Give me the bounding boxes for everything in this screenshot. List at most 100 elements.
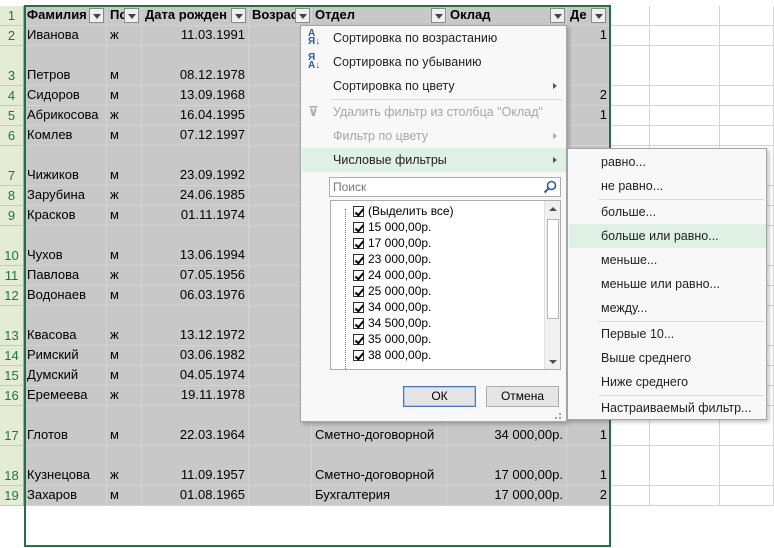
row-header[interactable]: 9 (0, 206, 24, 226)
table-cell[interactable]: 04.05.1974 (142, 366, 249, 386)
filter-dropdown-button[interactable] (89, 8, 104, 23)
list-item[interactable]: 24 000,00р. (353, 267, 431, 283)
table-cell[interactable] (650, 486, 720, 506)
row-header[interactable]: 3 (0, 46, 24, 86)
table-cell[interactable]: 01.08.1965 (142, 486, 249, 506)
table-cell[interactable] (650, 446, 720, 486)
checkbox[interactable] (353, 206, 364, 217)
table-cell[interactable]: Бухгалтерия (312, 486, 447, 506)
sort-ascending-item[interactable]: А Я↓ Сортировка по возрастанию (302, 26, 566, 50)
table-cell[interactable]: Зарубина (24, 186, 107, 206)
list-scrollbar[interactable] (544, 201, 560, 369)
row-header[interactable]: 17 (0, 406, 24, 446)
table-cell[interactable]: Еремеева (24, 386, 107, 406)
row-header[interactable]: 16 (0, 386, 24, 406)
row-header[interactable]: 19 (0, 486, 24, 506)
table-cell[interactable]: 17 000,00р. (447, 486, 567, 506)
table-cell[interactable]: ж (107, 266, 142, 286)
scroll-up-icon[interactable] (549, 207, 557, 211)
greater-equal-item[interactable]: больше или равно... (569, 224, 766, 248)
column-header[interactable]: Отдел (312, 6, 447, 26)
clear-filter-item[interactable]: ⊽ Удалить фильтр из столбца "Оклад" (302, 100, 566, 124)
table-cell[interactable] (650, 86, 720, 106)
table-cell[interactable] (611, 26, 650, 46)
table-cell[interactable]: м (107, 346, 142, 366)
row-header[interactable]: 13 (0, 306, 24, 346)
list-item[interactable]: 17 000,00р. (353, 235, 431, 251)
checkbox[interactable] (353, 222, 364, 233)
table-cell[interactable]: Думский (24, 366, 107, 386)
greater-item[interactable]: больше... (569, 200, 766, 224)
table-cell[interactable]: Кузнецова (24, 446, 107, 486)
table-cell[interactable]: м (107, 86, 142, 106)
resize-grip-icon[interactable] (552, 410, 562, 420)
table-cell[interactable]: м (107, 486, 142, 506)
equals-item[interactable]: равно... (569, 150, 766, 174)
checkbox[interactable] (353, 270, 364, 281)
row-header[interactable]: 2 (0, 26, 24, 46)
table-cell[interactable]: Квасова (24, 306, 107, 346)
not-equals-item[interactable]: не равно... (569, 174, 766, 198)
table-cell[interactable]: 13.06.1994 (142, 226, 249, 266)
row-header[interactable]: 8 (0, 186, 24, 206)
table-cell[interactable]: 03.06.1982 (142, 346, 249, 366)
table-cell[interactable] (650, 6, 720, 26)
checkbox[interactable] (353, 254, 364, 265)
below-average-item[interactable]: Ниже среднего (569, 370, 766, 394)
table-cell[interactable] (720, 26, 774, 46)
filter-dropdown-button[interactable] (591, 8, 606, 23)
checkbox[interactable] (353, 286, 364, 297)
table-cell[interactable]: м (107, 46, 142, 86)
table-cell[interactable] (567, 46, 611, 86)
less-item[interactable]: меньше... (569, 248, 766, 272)
list-item[interactable]: 34 500,00р. (353, 315, 431, 331)
filter-by-color-item[interactable]: Фильтр по цвету (302, 124, 566, 148)
table-cell[interactable]: Петров (24, 46, 107, 86)
table-cell[interactable] (650, 106, 720, 126)
table-cell[interactable] (611, 46, 650, 86)
checkbox[interactable] (353, 334, 364, 345)
table-cell[interactable] (720, 6, 774, 26)
table-cell[interactable]: 1 (567, 106, 611, 126)
table-cell[interactable] (720, 486, 774, 506)
table-cell[interactable]: Римский (24, 346, 107, 366)
table-cell[interactable]: 07.05.1956 (142, 266, 249, 286)
list-item[interactable]: 34 000,00р. (353, 299, 431, 315)
table-cell[interactable] (611, 6, 650, 26)
table-cell[interactable]: 1 (567, 446, 611, 486)
table-cell[interactable]: м (107, 146, 142, 186)
table-cell[interactable]: м (107, 286, 142, 306)
table-cell[interactable]: 23.09.1992 (142, 146, 249, 186)
table-cell[interactable]: Абрикосова (24, 106, 107, 126)
table-cell[interactable] (611, 446, 650, 486)
table-cell[interactable]: Водонаев (24, 286, 107, 306)
table-cell[interactable]: Захаров (24, 486, 107, 506)
table-cell[interactable]: 1 (567, 26, 611, 46)
list-item[interactable]: 23 000,00р. (353, 251, 431, 267)
table-cell[interactable] (650, 126, 720, 146)
list-item[interactable]: 38 000,00р. (353, 347, 431, 363)
table-cell[interactable] (720, 126, 774, 146)
top10-item[interactable]: Первые 10... (569, 322, 766, 346)
table-cell[interactable]: Павлова (24, 266, 107, 286)
table-cell[interactable] (249, 446, 312, 486)
filter-dropdown-button[interactable] (231, 8, 246, 23)
number-filters-item[interactable]: Числовые фильтры (302, 148, 566, 172)
table-cell[interactable] (611, 486, 650, 506)
table-cell[interactable] (611, 106, 650, 126)
row-header[interactable]: 15 (0, 366, 24, 386)
table-cell[interactable]: 19.11.1978 (142, 386, 249, 406)
row-header[interactable]: 11 (0, 266, 24, 286)
table-cell[interactable]: ж (107, 186, 142, 206)
table-cell[interactable]: 06.03.1976 (142, 286, 249, 306)
table-cell[interactable]: 24.06.1985 (142, 186, 249, 206)
row-header[interactable]: 18 (0, 446, 24, 486)
row-header[interactable]: 12 (0, 286, 24, 306)
row-header[interactable]: 5 (0, 106, 24, 126)
table-cell[interactable]: ж (107, 26, 142, 46)
checkbox[interactable] (353, 318, 364, 329)
table-cell[interactable] (567, 126, 611, 146)
filter-dropdown-button[interactable] (295, 8, 310, 23)
table-cell[interactable]: 08.12.1978 (142, 46, 249, 86)
sort-by-color-item[interactable]: Сортировка по цвету (302, 74, 566, 98)
